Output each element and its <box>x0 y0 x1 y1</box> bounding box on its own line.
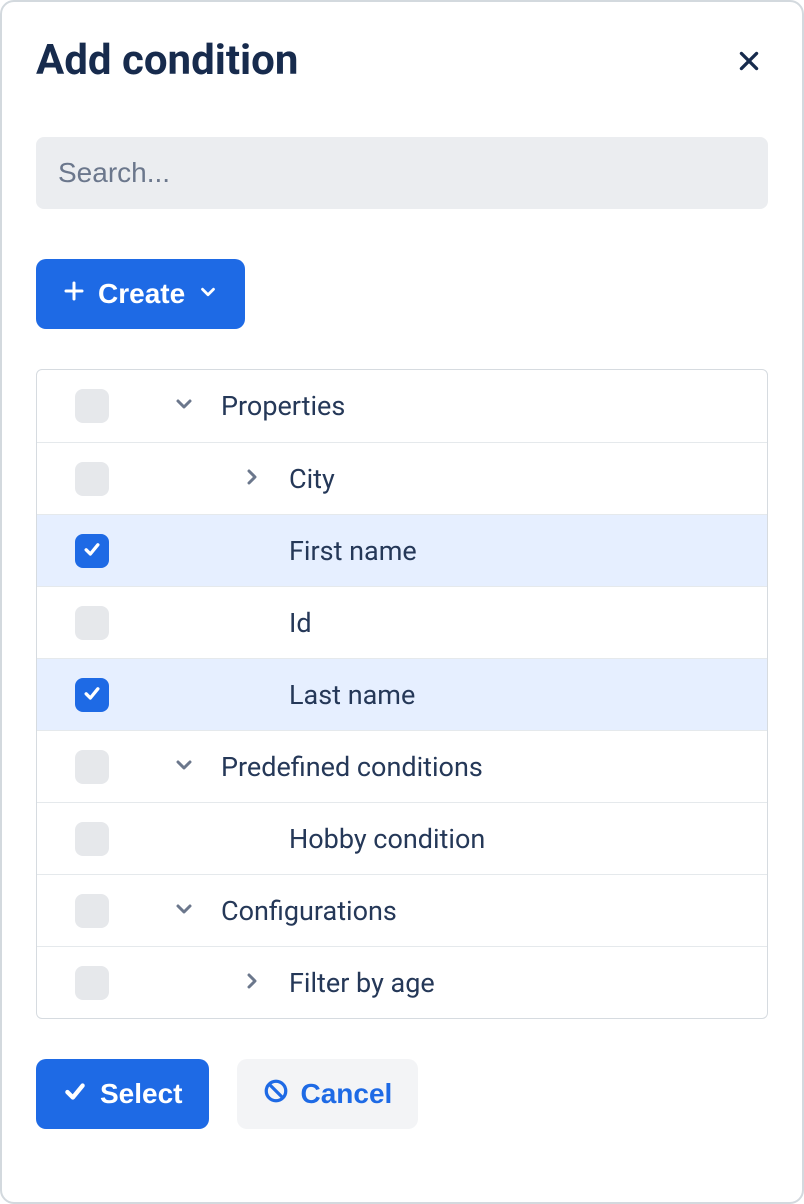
check-icon <box>82 539 102 563</box>
chevron-right-icon <box>240 465 264 493</box>
create-wrap: Create <box>36 259 768 329</box>
dialog-title: Add condition <box>36 36 298 85</box>
tree-group-label: Predefined conditions <box>221 751 483 783</box>
tree-item[interactable]: First name <box>37 514 767 586</box>
checkbox[interactable] <box>75 822 109 856</box>
checkbox[interactable] <box>75 462 109 496</box>
condition-tree: Properties City First name <box>36 369 768 1019</box>
checkbox[interactable] <box>75 534 109 568</box>
checkbox[interactable] <box>75 750 109 784</box>
checkbox[interactable] <box>75 389 109 423</box>
tree-group-label: Configurations <box>221 895 397 927</box>
close-button[interactable] <box>730 42 768 80</box>
tree-item[interactable]: Filter by age <box>37 946 767 1018</box>
expand-toggle[interactable] <box>237 464 267 494</box>
chevron-down-icon <box>172 753 196 781</box>
tree-item[interactable]: Hobby condition <box>37 802 767 874</box>
expand-toggle[interactable] <box>237 968 267 998</box>
checkbox[interactable] <box>75 678 109 712</box>
search-input[interactable] <box>36 137 768 209</box>
checkbox[interactable] <box>75 894 109 928</box>
collapse-toggle[interactable] <box>169 391 199 421</box>
checkbox[interactable] <box>75 606 109 640</box>
tree-item-label: Id <box>289 607 312 639</box>
tree-item-label: Hobby condition <box>289 823 485 855</box>
check-icon <box>82 683 102 707</box>
dialog-footer: Select Cancel <box>36 1059 768 1129</box>
dialog-header: Add condition <box>36 36 768 85</box>
chevron-down-icon <box>172 392 196 420</box>
cancel-button[interactable]: Cancel <box>237 1059 419 1129</box>
tree-item-label: Last name <box>289 679 415 711</box>
chevron-down-icon <box>172 897 196 925</box>
tree-group[interactable]: Properties <box>37 370 767 442</box>
tree-item-label: City <box>289 463 335 495</box>
create-button[interactable]: Create <box>36 259 245 329</box>
tree-group[interactable]: Configurations <box>37 874 767 946</box>
ban-icon <box>263 1078 289 1111</box>
tree-group-label: Properties <box>221 390 345 422</box>
chevron-right-icon <box>240 969 264 997</box>
checkbox[interactable] <box>75 966 109 1000</box>
close-icon <box>736 62 762 77</box>
tree-item[interactable]: Last name <box>37 658 767 730</box>
tree-item-label: First name <box>289 535 417 567</box>
chevron-down-icon <box>197 278 219 310</box>
cancel-button-label: Cancel <box>301 1078 393 1110</box>
tree-item[interactable]: Id <box>37 586 767 658</box>
create-button-label: Create <box>98 278 185 310</box>
tree-item-label: Filter by age <box>289 967 435 999</box>
select-button[interactable]: Select <box>36 1059 209 1129</box>
plus-icon <box>62 278 86 310</box>
tree-item[interactable]: City <box>37 442 767 514</box>
search-wrap <box>36 137 768 209</box>
tree-group[interactable]: Predefined conditions <box>37 730 767 802</box>
check-icon <box>62 1078 88 1111</box>
select-button-label: Select <box>100 1078 183 1110</box>
collapse-toggle[interactable] <box>169 896 199 926</box>
collapse-toggle[interactable] <box>169 752 199 782</box>
add-condition-dialog: Add condition Create <box>0 0 804 1204</box>
